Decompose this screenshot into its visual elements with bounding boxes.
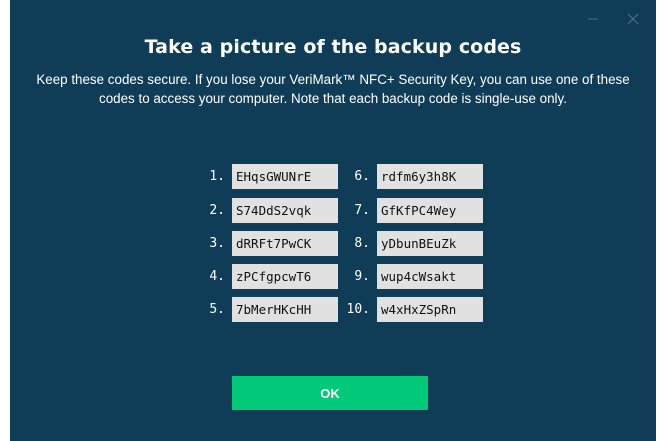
code-number: 6. xyxy=(354,169,370,184)
dialog-title: Take a picture of the backup codes xyxy=(144,36,522,58)
backup-code-item: 1. EHqsGWUNrE xyxy=(193,164,338,189)
code-number: 10. xyxy=(346,302,370,317)
backup-code: dRRFt7PwCK xyxy=(232,231,338,256)
backup-code: w4xHxZSpRn xyxy=(377,297,483,322)
backup-code-item: 4. zPCfgpcwT6 xyxy=(193,264,338,289)
code-number: 7. xyxy=(354,203,370,218)
backup-code-item: 8. yDbunBEuZk xyxy=(338,231,483,256)
backup-code: wup4cWsakt xyxy=(377,264,483,289)
code-number: 8. xyxy=(354,236,370,251)
backup-code-item: 5. 7bMerHKcHH xyxy=(193,297,338,322)
code-number: 1. xyxy=(209,169,225,184)
ok-button[interactable]: OK xyxy=(232,376,428,410)
close-icon[interactable] xyxy=(626,12,640,26)
backup-code-item: 10. w4xHxZSpRn xyxy=(338,297,483,322)
code-number: 3. xyxy=(209,236,225,251)
backup-code: zPCfgpcwT6 xyxy=(232,264,338,289)
backup-code-item: 6. rdfm6y3h8K xyxy=(338,164,483,189)
backup-code-item: 9. wup4cWsakt xyxy=(338,264,483,289)
minimize-icon[interactable] xyxy=(586,12,600,26)
code-number: 4. xyxy=(209,269,225,284)
backup-code-item: 7. GfKfPC4Wey xyxy=(338,198,483,223)
backup-code: GfKfPC4Wey xyxy=(377,198,483,223)
window-controls xyxy=(586,9,640,29)
dialog-description: Keep these codes secure. If you lose you… xyxy=(36,72,630,106)
backup-code: 7bMerHKcHH xyxy=(232,297,338,322)
backup-codes-list: 1. EHqsGWUNrE 2. S74DdS2vqk 3. dRRFt7PwC… xyxy=(193,164,493,324)
code-number: 2. xyxy=(209,203,225,218)
code-number: 9. xyxy=(354,269,370,284)
backup-code-item: 2. S74DdS2vqk xyxy=(193,198,338,223)
backup-code: yDbunBEuZk xyxy=(377,231,483,256)
code-number: 5. xyxy=(209,302,225,317)
backup-code: EHqsGWUNrE xyxy=(232,164,338,189)
backup-code: S74DdS2vqk xyxy=(232,198,338,223)
backup-code-item: 3. dRRFt7PwCK xyxy=(193,231,338,256)
backup-code: rdfm6y3h8K xyxy=(377,164,483,189)
backup-codes-dialog: Take a picture of the backup codes Keep … xyxy=(10,0,656,441)
